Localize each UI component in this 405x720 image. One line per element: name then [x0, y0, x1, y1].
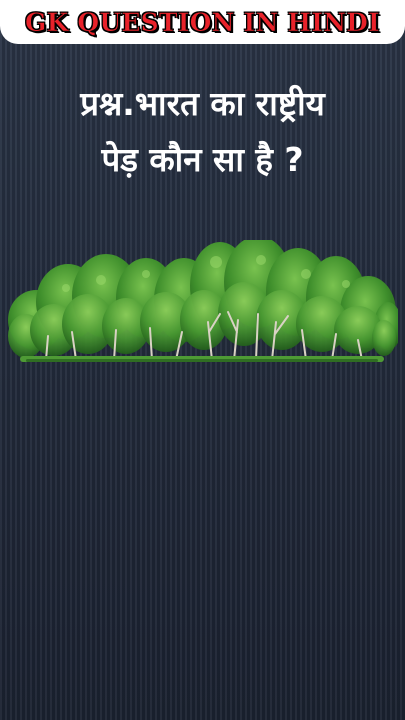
- header-title: GK QUESTION IN HINDI: [25, 7, 380, 37]
- shorts-screen: GK QUESTION IN HINDI प्रश्न.भारत का राष्…: [0, 0, 405, 720]
- question-line-1: प्रश्न.भारत का राष्ट्रीय: [80, 84, 325, 123]
- question-text: प्रश्न.भारत का राष्ट्रीय पेड़ कौन सा है …: [10, 76, 395, 188]
- header-banner: GK QUESTION IN HINDI: [0, 0, 405, 44]
- trees-grove-illustration: [8, 240, 398, 362]
- question-line-2: पेड़ कौन सा है ?: [101, 140, 304, 179]
